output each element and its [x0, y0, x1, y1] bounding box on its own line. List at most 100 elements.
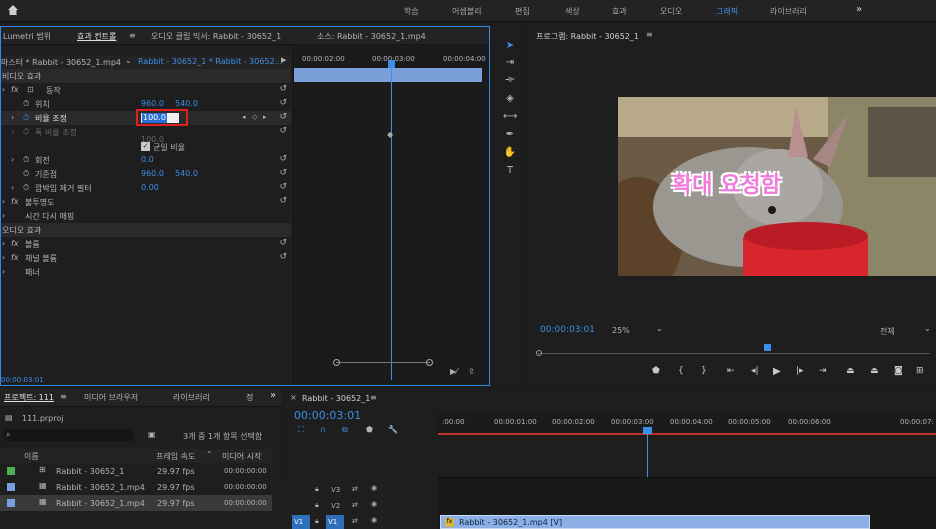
- pen-icon[interactable]: ✒: [503, 129, 517, 143]
- fx-icon[interactable]: fx: [11, 253, 19, 262]
- tab-effects[interactable]: 효과: [612, 6, 627, 17]
- add-marker-icon[interactable]: ⬟: [652, 366, 660, 376]
- step-back-icon[interactable]: ◂|: [751, 366, 759, 376]
- chevron-down-icon[interactable]: ⌄: [924, 324, 931, 333]
- play-icon[interactable]: ▶: [773, 366, 781, 377]
- tab-color[interactable]: 색상: [565, 6, 580, 17]
- tab-lumetri-scopes[interactable]: Lumetri 범위: [3, 31, 51, 42]
- prev-keyframe-icon[interactable]: ◂: [242, 113, 246, 121]
- playhead-line[interactable]: [391, 60, 392, 380]
- program-scrubber[interactable]: [538, 353, 930, 354]
- reset-icon[interactable]: ↺: [279, 168, 287, 178]
- tab-edit[interactable]: 편집: [515, 6, 530, 17]
- camera-icon[interactable]: ◙: [894, 366, 903, 376]
- rotation-value[interactable]: 0.0: [141, 155, 154, 164]
- next-keyframe-icon[interactable]: ▸: [263, 113, 267, 121]
- export-icon[interactable]: ⇪: [468, 367, 475, 376]
- tab-audio-clip-mixer[interactable]: 오디오 클립 믹서: Rabbit - 30652_1: [151, 31, 281, 42]
- scrubber-start-handle[interactable]: [536, 350, 542, 356]
- timeline-playhead-head[interactable]: [643, 427, 652, 434]
- close-icon[interactable]: ×: [290, 393, 297, 402]
- quality-select[interactable]: 전체: [880, 326, 895, 337]
- panel-menu-icon[interactable]: ≡: [646, 30, 653, 39]
- home-icon[interactable]: [6, 3, 20, 17]
- panel-menu-icon[interactable]: ≡: [370, 393, 377, 402]
- new-bin-icon[interactable]: ▣: [148, 430, 156, 439]
- extract-icon[interactable]: ⏏: [870, 366, 879, 376]
- work-area-bar[interactable]: [438, 433, 936, 435]
- column-frame-rate[interactable]: 프레임 속도: [156, 451, 195, 462]
- reset-icon[interactable]: ↺: [279, 182, 287, 192]
- fx-icon[interactable]: fx: [11, 85, 19, 94]
- motion-effect-row[interactable]: › fx ⊡ 동작 ↺: [1, 83, 291, 97]
- anchor-y-value[interactable]: 540.0: [175, 169, 198, 178]
- stopwatch-icon[interactable]: ⏱: [23, 169, 29, 179]
- mark-out-icon[interactable]: }: [701, 366, 707, 376]
- expand-icon[interactable]: ›: [2, 211, 5, 220]
- keyframe-icon[interactable]: ◆: [387, 130, 393, 139]
- tab-effect-controls[interactable]: 효과 컨트롤: [77, 31, 116, 42]
- channel-volume-row[interactable]: › fx 채널 볼륨 ↺: [1, 251, 291, 265]
- type-tool-icon[interactable]: T: [503, 165, 517, 179]
- lock-icon[interactable]: 🔒︎: [315, 517, 319, 526]
- go-to-out-icon[interactable]: ⇥: [819, 366, 827, 376]
- effect-controls-timecode[interactable]: 00:00:03:01: [1, 376, 44, 384]
- eye-icon[interactable]: ◉: [371, 500, 377, 508]
- snap-icon[interactable]: ∩: [320, 425, 326, 434]
- filter-icon[interactable]: ▶⁄: [450, 367, 458, 376]
- uniform-scale-checkbox[interactable]: ✓: [141, 142, 150, 151]
- tab-source[interactable]: 소스: Rabbit - 30652_1.mp4: [317, 31, 426, 42]
- tab-more[interactable]: 정: [246, 392, 253, 403]
- list-item[interactable]: ⊞ Rabbit - 30652_1 29.97 fps 00:00:00:00: [0, 463, 272, 479]
- expand-icon[interactable]: ›: [11, 113, 14, 122]
- list-item[interactable]: ▦ Rabbit - 30652_1.mp4 29.97 fps 00:00:0…: [0, 479, 272, 495]
- reset-icon[interactable]: ↺: [279, 252, 287, 262]
- more-workspaces-icon[interactable]: »: [856, 4, 862, 15]
- eye-icon[interactable]: ◉: [371, 516, 377, 524]
- chevron-down-icon[interactable]: ⌄: [656, 324, 663, 333]
- list-item-selected[interactable]: ▦ Rabbit - 30652_1.mp4 29.97 fps 00:00:0…: [0, 495, 272, 511]
- lock-icon[interactable]: 🔒︎: [315, 485, 319, 494]
- zoom-select[interactable]: 25%: [612, 326, 630, 335]
- tab-project[interactable]: 프로젝트: 111: [4, 392, 54, 403]
- stopwatch-icon[interactable]: ⏱: [23, 183, 29, 193]
- ripple-edit-icon[interactable]: ⟛: [503, 74, 517, 88]
- mark-in-icon[interactable]: {: [678, 366, 684, 376]
- anchor-x-value[interactable]: 960.0: [141, 169, 164, 178]
- fx-icon[interactable]: fx: [11, 239, 19, 248]
- tab-assembly[interactable]: 어셈블리: [452, 6, 481, 17]
- reset-icon[interactable]: ↺: [279, 196, 287, 206]
- flicker-value[interactable]: 0.00: [141, 183, 159, 192]
- play-only-icon[interactable]: ▶: [281, 56, 286, 64]
- stopwatch-active-icon[interactable]: ⏱: [23, 113, 29, 123]
- slip-icon[interactable]: ⟷: [503, 111, 517, 125]
- zoom-handle-left[interactable]: [333, 359, 340, 366]
- expand-icon[interactable]: ›: [2, 85, 5, 94]
- chevron-down-icon[interactable]: ⌄: [125, 56, 132, 65]
- track-select-icon[interactable]: ⇥: [503, 57, 517, 71]
- reset-icon[interactable]: ↺: [279, 84, 287, 94]
- reset-icon[interactable]: ↺: [279, 154, 287, 164]
- go-to-in-icon[interactable]: ⇤: [727, 366, 735, 376]
- sync-lock-icon[interactable]: ⇄: [352, 501, 358, 509]
- sequence-clip-link[interactable]: Rabbit - 30652_1 * Rabbit - 30652...: [138, 57, 282, 66]
- expand-icon[interactable]: ›: [11, 155, 14, 164]
- volume-row[interactable]: › fx 볼륨 ↺: [1, 237, 291, 251]
- stopwatch-icon[interactable]: ⏱: [23, 155, 29, 165]
- more-panels-icon[interactable]: »: [270, 390, 276, 401]
- project-search-input[interactable]: [4, 429, 134, 441]
- tab-learn[interactable]: 학습: [404, 6, 419, 17]
- source-select[interactable]: 마스터 * Rabbit - 30652_1.mp4: [1, 57, 121, 68]
- timeline-timecode[interactable]: 00:00:03:01: [294, 409, 361, 422]
- tab-audio[interactable]: 오디오: [660, 6, 682, 17]
- eye-icon[interactable]: ◉: [371, 484, 377, 492]
- lift-icon[interactable]: ⏏: [846, 366, 855, 376]
- expand-icon[interactable]: ›: [2, 197, 5, 206]
- fx-icon[interactable]: fx: [11, 197, 19, 206]
- track-name[interactable]: V1: [326, 515, 344, 529]
- timeline-ruler[interactable]: :00:00 00:00:01:00 00:00:02:00 00:00:03:…: [438, 411, 936, 437]
- program-playhead[interactable]: [764, 344, 771, 351]
- tab-graphics[interactable]: 그래픽: [716, 6, 738, 17]
- tab-media-browser[interactable]: 미디어 브라우저: [84, 392, 138, 403]
- expand-icon[interactable]: ›: [2, 267, 5, 276]
